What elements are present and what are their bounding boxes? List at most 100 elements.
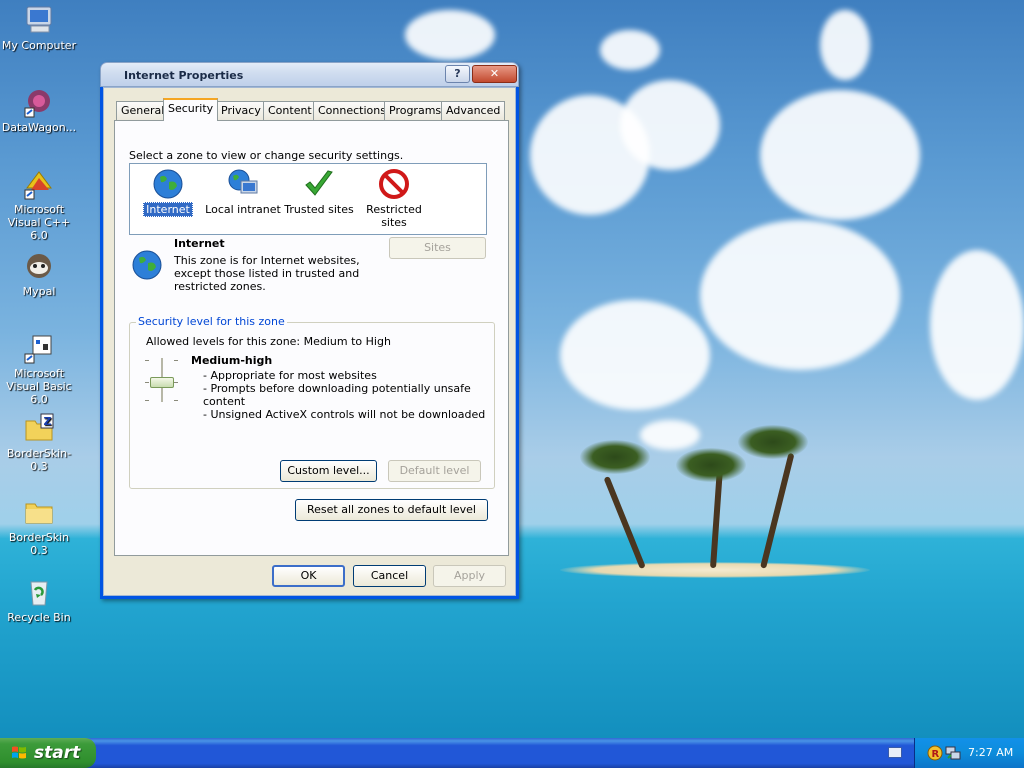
cloud	[600, 30, 660, 70]
dialog-client-area: General Security Privacy Content Connect…	[103, 87, 516, 596]
ok-button[interactable]: OK	[272, 565, 345, 587]
start-button[interactable]: start	[0, 738, 96, 768]
zone-description-line: except those listed in trusted and	[174, 267, 360, 280]
mypal-icon	[27, 254, 51, 278]
tray-app-icon[interactable]: R	[927, 745, 943, 761]
level-bullet: - Unsigned ActiveX controls will not be …	[203, 408, 486, 421]
window-title: Internet Properties	[124, 69, 244, 82]
visual-cpp-icon	[24, 171, 52, 200]
palm-leaves	[676, 448, 746, 482]
help-button[interactable]: ?	[445, 65, 470, 83]
tab-advanced[interactable]: Advanced	[441, 101, 506, 120]
slider-tick	[145, 382, 149, 383]
desktop-icon-datawagon[interactable]: DataWagon...	[0, 86, 78, 134]
globe-icon	[153, 169, 183, 199]
palm-leaves	[738, 425, 808, 459]
keyboard-icon[interactable]	[888, 747, 902, 758]
svg-text:R: R	[932, 749, 940, 760]
apply-button[interactable]: Apply	[433, 565, 506, 587]
level-bullet: - Prompts before downloading potentially…	[203, 382, 471, 395]
checkmark-icon	[305, 170, 333, 196]
clock[interactable]: 7:27 AM	[968, 746, 1013, 759]
cancel-button[interactable]: Cancel	[353, 565, 426, 587]
slider-tick	[145, 400, 149, 401]
zone-description-line: This zone is for Internet websites,	[174, 254, 360, 267]
palm-trunk	[710, 470, 723, 569]
slider-tick	[174, 400, 178, 401]
cloud	[760, 90, 920, 220]
cloud	[820, 10, 870, 80]
security-slider-thumb[interactable]	[150, 377, 174, 388]
desktop-icon-visual-basic[interactable]: Microsoft Visual Basic 6.0	[0, 332, 78, 406]
level-name: Medium-high	[191, 354, 273, 367]
tab-security[interactable]: Security	[163, 98, 219, 121]
zip-folder-icon: Z	[25, 413, 54, 441]
zone-local-intranet[interactable]: Local intranet	[203, 166, 283, 216]
zone-label: Trusted sites	[284, 203, 354, 216]
desktop-icon-label: Mypal	[22, 285, 56, 298]
cloud	[560, 300, 710, 410]
desktop-icon-borderskin-zip[interactable]: Z BorderSkin-0.3	[0, 412, 78, 473]
cloud	[930, 250, 1024, 400]
desktop-icon-visual-cpp[interactable]: Microsoft Visual C++ 6.0	[0, 168, 78, 242]
level-bullet: - Appropriate for most websites	[203, 369, 377, 382]
slider-tick	[174, 382, 178, 383]
desktop-icon-label: Microsoft Visual Basic 6.0	[6, 367, 72, 406]
zone-label: Local intranet	[205, 203, 281, 216]
desktop-icon-label: DataWagon...	[1, 121, 77, 134]
intranet-icon	[228, 169, 258, 194]
desktop-icon-mypal[interactable]: Mypal	[0, 250, 78, 298]
desktop-icon-label: Recycle Bin	[7, 611, 71, 624]
visual-basic-icon	[24, 335, 52, 364]
allowed-levels-text: Allowed levels for this zone: Medium to …	[146, 335, 391, 348]
tab-content[interactable]: Content	[263, 101, 317, 120]
restricted-icon	[379, 169, 409, 199]
zone-trusted-sites[interactable]: Trusted sites	[279, 166, 359, 216]
zone-description-line: restricted zones.	[174, 280, 266, 293]
cloud	[640, 420, 700, 450]
system-tray: R 7:27 AM	[914, 738, 1024, 768]
custom-level-button[interactable]: Custom level...	[280, 460, 377, 482]
zone-list: Internet Local intranet Trusted sites Re…	[129, 163, 487, 235]
folder-icon	[25, 503, 53, 524]
computer-icon	[26, 6, 52, 33]
security-tab-panel: Select a zone to view or change security…	[114, 120, 509, 556]
desktop-icon-label: BorderSkin-0.3	[6, 447, 72, 473]
security-level-group-title: Security level for this zone	[136, 315, 287, 328]
slider-tick	[174, 360, 178, 361]
security-level-group: Security level for this zone Allowed lev…	[129, 315, 495, 489]
tab-general[interactable]: General	[116, 101, 170, 120]
internet-properties-window: Internet Properties ? ✕ General Security…	[100, 62, 519, 599]
cloud	[405, 10, 495, 60]
desktop-icon-label: My Computer	[1, 39, 77, 52]
reset-all-zones-button[interactable]: Reset all zones to default level	[295, 499, 488, 521]
windows-flag-icon	[12, 746, 26, 759]
slider-tick	[145, 360, 149, 361]
network-icon[interactable]	[945, 745, 961, 761]
palm-trunk	[603, 476, 646, 570]
tab-connections[interactable]: Connections	[313, 101, 391, 120]
palm-leaves	[580, 440, 650, 474]
recycle-bin-icon	[30, 581, 48, 606]
desktop-icon-borderskin-folder[interactable]: BorderSkin 0.3	[0, 496, 78, 557]
level-bullet: content	[203, 395, 246, 408]
zone-label: Restricted sites	[366, 203, 422, 229]
desktop-icon-my-computer[interactable]: My Computer	[0, 4, 78, 52]
cloud	[700, 220, 900, 370]
taskbar: start R 7:27 AM	[0, 738, 1024, 768]
close-button[interactable]: ✕	[472, 65, 517, 83]
sites-button[interactable]: Sites	[389, 237, 486, 259]
desktop-icon-label: Microsoft Visual C++ 6.0	[7, 203, 71, 242]
desktop-icon-recycle-bin[interactable]: Recycle Bin	[0, 576, 78, 624]
tab-privacy[interactable]: Privacy	[216, 101, 266, 120]
zone-restricted-sites[interactable]: Restricted sites	[354, 166, 434, 229]
zone-name: Internet	[174, 237, 225, 250]
globe-icon	[132, 250, 162, 280]
tab-programs[interactable]: Programs	[384, 101, 447, 120]
default-level-button[interactable]: Default level	[388, 460, 481, 482]
desktop-icon-label: BorderSkin 0.3	[8, 531, 70, 557]
title-bar[interactable]: Internet Properties ? ✕	[100, 62, 519, 87]
datawagon-icon	[24, 90, 50, 118]
start-label: start	[34, 743, 81, 763]
zone-internet[interactable]: Internet	[128, 166, 208, 217]
